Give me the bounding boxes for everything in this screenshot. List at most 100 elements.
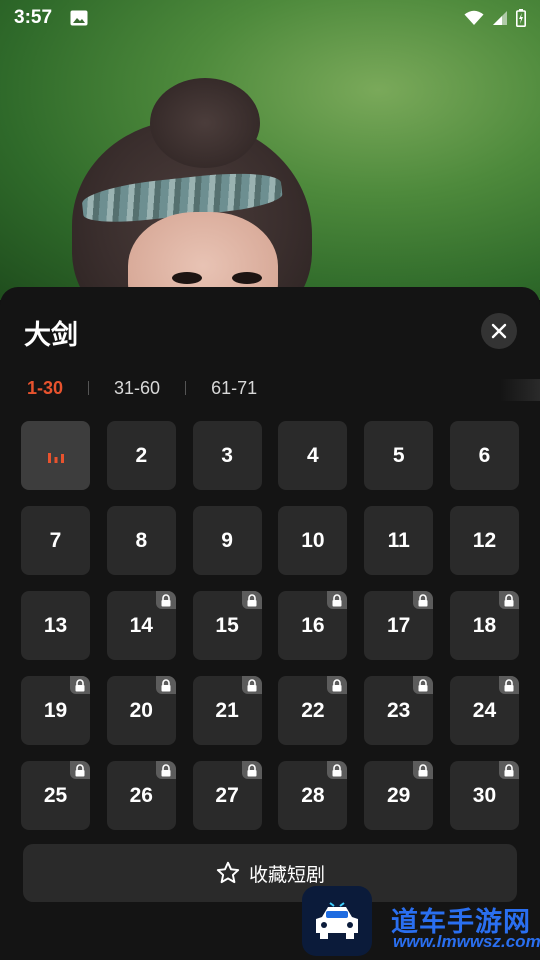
tab-61-71[interactable]: 61-71: [211, 378, 257, 399]
episode-number: 5: [392, 443, 405, 467]
car-logo-icon: [316, 902, 358, 939]
episode-tile[interactable]: 27: [192, 761, 262, 830]
episode-number: 28: [301, 783, 325, 807]
episode-tile[interactable]: 6: [449, 421, 519, 490]
close-button[interactable]: [481, 313, 517, 349]
episode-number: 24: [472, 698, 497, 722]
episode-tile[interactable]: 12: [449, 506, 519, 575]
video-frame[interactable]: [0, 0, 540, 300]
lock-icon: [75, 678, 85, 691]
episode-tile[interactable]: 10: [278, 506, 348, 575]
episode-tile[interactable]: 5: [364, 421, 434, 490]
episode-number: 2: [135, 443, 148, 467]
tab-1-30[interactable]: 1-30: [27, 378, 63, 399]
episode-number: 17: [387, 613, 411, 637]
now-playing-icon: [47, 452, 64, 463]
episode-tile[interactable]: 8: [106, 506, 176, 575]
episode-number: 23: [387, 698, 411, 722]
episode-tile[interactable]: 21: [192, 676, 262, 745]
episode-number: 4: [307, 443, 319, 467]
tabs-scroll-fade: [500, 379, 540, 401]
episode-number: 19: [43, 698, 68, 722]
lock-badge: [498, 761, 519, 779]
lock-icon: [332, 593, 342, 606]
episode-number: 15: [215, 613, 239, 637]
episode-tile[interactable]: 20: [106, 676, 176, 745]
episode-number: 26: [129, 783, 153, 807]
episode-number: 16: [301, 613, 325, 637]
episode-tile[interactable]: 24: [449, 676, 519, 745]
episode-panel: 大剑 1-30 31-60 61-71 2 3 4 5 6 7 8 9 10 11 12 13 14 15…: [0, 287, 540, 960]
episode-tile[interactable]: 11: [364, 506, 434, 575]
episode-number: 22: [301, 698, 325, 722]
episode-tile[interactable]: 17: [364, 591, 434, 660]
video-figure-eye: [232, 272, 262, 284]
tab-31-60[interactable]: 31-60: [114, 378, 160, 399]
episode-tile[interactable]: 18: [449, 591, 519, 660]
episode-tile[interactable]: 22: [278, 676, 348, 745]
episode-number: 18: [472, 613, 497, 637]
video-figure-eye: [172, 272, 202, 284]
favorite-label: 收藏短剧: [248, 864, 325, 886]
episode-number: 6: [478, 443, 491, 467]
lock-badge: [413, 676, 434, 694]
star-icon: [216, 861, 240, 884]
episode-tile[interactable]: 26: [106, 761, 176, 830]
battery-icon: [516, 9, 526, 27]
episode-number: 25: [43, 783, 68, 807]
episode-number: 30: [472, 783, 497, 807]
episode-number: 20: [129, 698, 153, 722]
episode-tile[interactable]: 9: [192, 506, 262, 575]
episode-tile[interactable]: 2: [106, 421, 176, 490]
episode-grid: 2 3 4 5 6 7 8 9 10 11 12 13 14 15 16 17 18 19 20 21 22 23 24 25…: [21, 421, 519, 830]
lock-icon: [504, 763, 514, 776]
episode-tile[interactable]: 19: [21, 676, 90, 745]
lock-icon: [504, 678, 514, 691]
episode-tile[interactable]: 4: [278, 421, 348, 490]
episode-tile[interactable]: 29: [364, 761, 434, 830]
episode-tile[interactable]: 7: [21, 506, 90, 575]
lock-badge: [70, 676, 90, 694]
lock-icon: [332, 763, 342, 776]
episode-tile[interactable]: 3: [192, 421, 262, 490]
status-icons: [464, 9, 526, 27]
episode-range-tabs: 1-30 31-60 61-71: [27, 375, 257, 401]
lock-icon: [504, 593, 514, 606]
episode-tile[interactable]: 14: [106, 591, 176, 660]
lock-icon: [75, 763, 85, 776]
episode-number: 8: [135, 528, 148, 552]
episode-tile-playing[interactable]: [21, 421, 90, 490]
video-figure-bun: [150, 78, 260, 168]
episode-number: 11: [387, 528, 410, 552]
cell-signal-icon: [493, 11, 507, 25]
lock-icon: [247, 763, 257, 776]
episode-tile[interactable]: 30: [449, 761, 519, 830]
lock-badge: [241, 676, 262, 694]
status-bar: 3:57: [0, 0, 540, 36]
episode-tile[interactable]: 28: [278, 761, 348, 830]
lock-icon: [418, 678, 428, 691]
lock-icon: [332, 678, 342, 691]
episode-tile[interactable]: 13: [21, 591, 90, 660]
episode-number: 29: [387, 783, 411, 807]
episode-number: 3: [221, 443, 233, 467]
episode-tile[interactable]: 23: [364, 676, 434, 745]
image-notification-icon: [70, 10, 88, 26]
lock-icon: [161, 763, 171, 776]
lock-badge: [413, 761, 434, 779]
status-time: 3:57: [14, 7, 53, 28]
wifi-icon: [464, 10, 484, 25]
lock-badge: [498, 591, 519, 609]
lock-icon: [161, 593, 171, 606]
panel-title: 大剑: [24, 320, 78, 350]
lock-badge: [155, 761, 176, 779]
episode-number: 13: [43, 613, 68, 637]
lock-icon: [418, 763, 428, 776]
episode-tile[interactable]: 25: [21, 761, 90, 830]
watermark-logo: [302, 886, 372, 956]
favorite-button[interactable]: 收藏短剧: [23, 844, 517, 902]
episode-number: 12: [472, 528, 497, 552]
episode-tile[interactable]: 16: [278, 591, 348, 660]
lock-badge: [241, 591, 262, 609]
episode-tile[interactable]: 15: [192, 591, 262, 660]
